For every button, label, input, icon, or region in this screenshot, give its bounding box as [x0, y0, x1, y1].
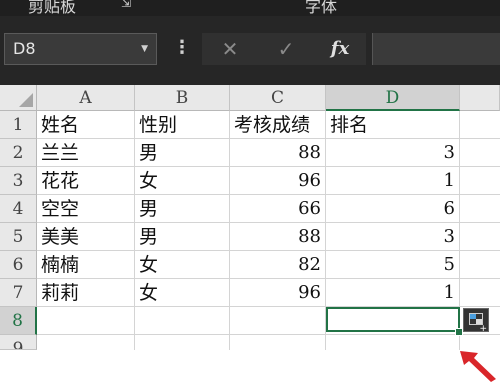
cell-a4[interactable]: 空空	[37, 197, 133, 221]
row-header-4[interactable]: 4	[0, 195, 37, 223]
gridline	[37, 278, 500, 279]
chevron-down-icon[interactable]: ▼	[141, 34, 148, 64]
gridline	[37, 334, 500, 335]
cell-a3[interactable]: 花花	[37, 169, 133, 193]
clipboard-group-label: 剪贴板	[28, 0, 77, 16]
row-header-6[interactable]: 6	[0, 251, 37, 279]
cell-c4[interactable]: 66	[230, 197, 326, 221]
cell-b1[interactable]: 性别	[135, 113, 228, 137]
column-header-d[interactable]: D	[326, 85, 460, 111]
gridline	[37, 166, 500, 167]
row-header-3[interactable]: 3	[0, 167, 37, 195]
quick-analysis-button[interactable]: +	[463, 308, 489, 334]
selected-cell-d8[interactable]	[326, 307, 460, 332]
formula-buttons: ✕ ✓ fx	[202, 33, 366, 65]
cell-d4[interactable]: 6	[326, 197, 460, 221]
row-header-5[interactable]: 5	[0, 223, 37, 251]
ribbon-strip: 剪贴板 ⇲ 字体	[0, 0, 500, 16]
cell-c6[interactable]: 82	[230, 253, 326, 277]
cell-b4[interactable]: 男	[135, 197, 228, 221]
gridline	[37, 250, 500, 251]
cell-d5[interactable]: 3	[326, 225, 460, 249]
row-header-8[interactable]: 8	[0, 307, 37, 335]
select-all-icon	[19, 93, 33, 107]
cell-b7[interactable]: 女	[135, 281, 228, 305]
column-header-b[interactable]: B	[135, 85, 230, 111]
cell-d7[interactable]: 1	[326, 281, 460, 305]
column-header-a[interactable]: A	[37, 85, 135, 111]
row-header-7[interactable]: 7	[0, 279, 37, 307]
cell-d3[interactable]: 1	[326, 169, 460, 193]
plus-icon: +	[479, 324, 487, 334]
cell-d1[interactable]: 排名	[326, 113, 458, 137]
name-box[interactable]: D8 ▼	[4, 33, 157, 65]
column-header-c[interactable]: C	[230, 85, 326, 111]
font-group-label: 字体	[305, 0, 338, 16]
dialog-launcher-icon[interactable]: ⇲	[121, 0, 131, 10]
gridline	[37, 222, 500, 223]
fill-handle[interactable]	[455, 328, 463, 336]
enter-icon[interactable]: ✓	[266, 33, 306, 65]
cell-d2[interactable]: 3	[326, 141, 460, 165]
cell-c2[interactable]: 88	[230, 141, 326, 165]
column-header-e[interactable]	[460, 85, 500, 111]
cell-a7[interactable]: 莉莉	[37, 281, 133, 305]
cell-a5[interactable]: 美美	[37, 225, 133, 249]
red-arrow-icon	[460, 351, 496, 382]
cell-c1[interactable]: 考核成绩	[230, 113, 324, 137]
worksheet-grid: A B C D 1 2 3 4 5 6 7 8 9 姓名 性别 考核成绩 排名 …	[0, 85, 500, 382]
cell-c5[interactable]: 88	[230, 225, 326, 249]
select-all-corner[interactable]	[0, 85, 37, 111]
cell-d6[interactable]: 5	[326, 253, 460, 277]
gridline	[37, 194, 500, 195]
cell-c7[interactable]: 96	[230, 281, 326, 305]
formula-bar: D8 ▼ ⋮ ✕ ✓ fx	[0, 16, 500, 85]
row-header-9[interactable]: 9	[0, 335, 37, 350]
gridline	[37, 138, 500, 139]
row-header-2[interactable]: 2	[0, 139, 37, 167]
cell-c3[interactable]: 96	[230, 169, 326, 193]
cell-a6[interactable]: 楠楠	[37, 253, 133, 277]
more-options-icon[interactable]: ⋮	[173, 33, 191, 65]
cell-b5[interactable]: 男	[135, 225, 228, 249]
row-header-1[interactable]: 1	[0, 111, 37, 139]
cell-a2[interactable]: 兰兰	[37, 141, 133, 165]
cell-b2[interactable]: 男	[135, 141, 228, 165]
formula-input[interactable]	[372, 33, 500, 65]
cell-b6[interactable]: 女	[135, 253, 228, 277]
insert-function-icon[interactable]: fx	[320, 33, 360, 65]
cell-a1[interactable]: 姓名	[37, 113, 133, 137]
cell-b3[interactable]: 女	[135, 169, 228, 193]
cancel-icon[interactable]: ✕	[210, 33, 250, 65]
name-box-value: D8	[13, 39, 36, 58]
